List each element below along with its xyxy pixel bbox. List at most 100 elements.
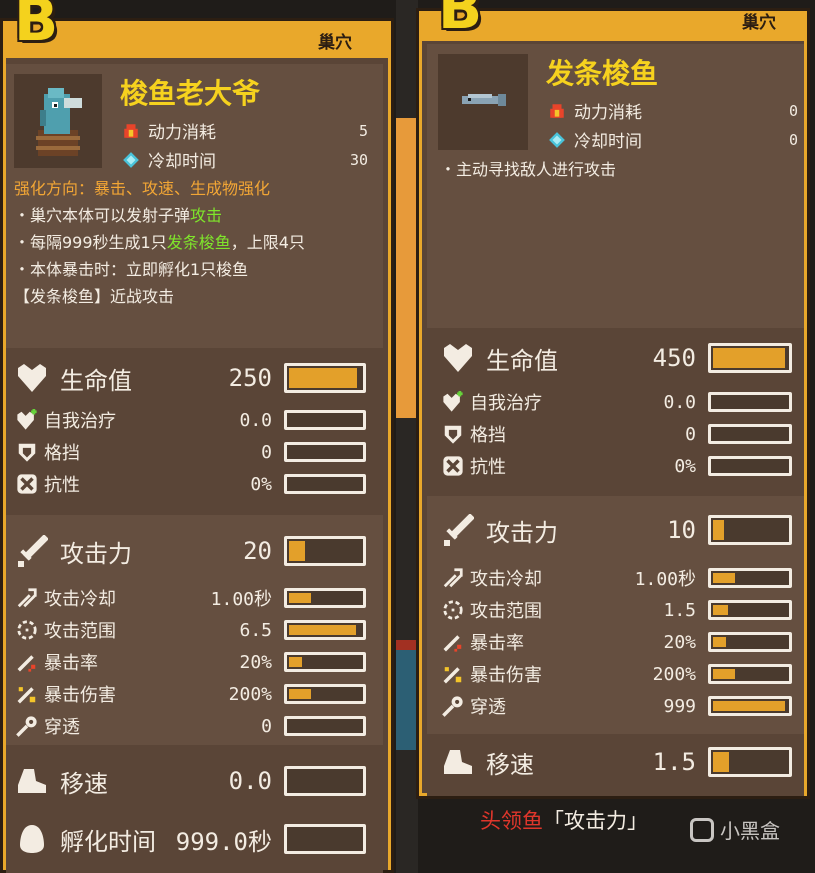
stat-bar-fill bbox=[713, 701, 785, 711]
wind-up-barracuda-icon bbox=[462, 94, 506, 106]
watermark-logo: 小黑盒 bbox=[690, 815, 780, 844]
stat-row: 攻击范围 1.5 bbox=[442, 599, 792, 622]
stat-value: 20% bbox=[239, 651, 272, 673]
cost-value: 0 bbox=[788, 130, 798, 149]
stat-label: 格挡 bbox=[44, 443, 80, 464]
crystal-icon bbox=[549, 131, 565, 148]
stat-bar bbox=[284, 363, 366, 393]
logo-text: 小黑盒 bbox=[720, 819, 780, 843]
stat-label: 移速 bbox=[486, 750, 534, 779]
category-tag: 巢穴 bbox=[742, 13, 776, 33]
stat-row: 移速 0.0 bbox=[16, 766, 366, 798]
stat-bar-fill bbox=[713, 752, 730, 772]
stat-value: 450 bbox=[652, 344, 696, 372]
stat-row: 穿透 0 bbox=[16, 716, 366, 738]
stat-bar-fill bbox=[713, 520, 725, 540]
stat-label: 暴击率 bbox=[44, 653, 98, 674]
upgrade-direction: 强化方向：暴击、攻速、生成物强化 bbox=[14, 179, 271, 198]
pierce-icon bbox=[442, 696, 463, 717]
stat-bar-fill bbox=[289, 541, 305, 561]
stat-value: 1.00秒 bbox=[634, 569, 696, 590]
stat-row: 抗性 0% bbox=[16, 473, 366, 496]
boss-tag: 「攻击力」 bbox=[543, 809, 648, 833]
stat-label: 暴击率 bbox=[470, 633, 524, 654]
stat-row: 自我治疗 0.0 bbox=[442, 391, 792, 414]
background-deco bbox=[396, 650, 418, 750]
stat-bar bbox=[284, 684, 366, 704]
stat-bar-fill bbox=[289, 593, 311, 603]
stat-row: 自我治疗 0.0 bbox=[16, 409, 366, 432]
stat-label: 生命值 bbox=[60, 366, 132, 395]
crystal-icon bbox=[123, 151, 139, 168]
cooldown-icon bbox=[443, 568, 463, 588]
stat-label: 攻击力 bbox=[486, 518, 558, 547]
cost-label: 冷却时间 bbox=[574, 132, 642, 152]
egg-icon bbox=[20, 825, 44, 853]
stat-row: 暴击率 20% bbox=[16, 651, 366, 674]
stat-value: 0.0 bbox=[663, 391, 696, 413]
unit-name: 梭鱼老大爷 bbox=[120, 77, 261, 110]
stat-value: 1.5 bbox=[663, 599, 696, 621]
description-line: ・主动寻找敌人进行攻击 bbox=[440, 160, 617, 179]
stat-value: 200% bbox=[228, 683, 272, 705]
stat-bar bbox=[708, 424, 792, 444]
stat-row: 格挡 0 bbox=[442, 423, 792, 446]
stat-bar-fill bbox=[713, 637, 727, 647]
stat-value: 0% bbox=[250, 473, 272, 495]
stat-label: 抗性 bbox=[470, 457, 506, 478]
stat-bar bbox=[708, 696, 792, 716]
stat-bar-fill bbox=[289, 657, 302, 667]
stat-label: 移速 bbox=[60, 769, 108, 798]
cost-value: 30 bbox=[349, 150, 368, 169]
stat-bar bbox=[708, 568, 792, 588]
stat-value: 1.5 bbox=[652, 748, 696, 776]
stat-row: 暴击伤害 200% bbox=[16, 683, 366, 706]
crit-icon bbox=[17, 655, 36, 672]
stat-label: 攻击范围 bbox=[44, 621, 116, 642]
stat-bar-fill bbox=[713, 605, 728, 615]
boss-name: 头领鱼 bbox=[480, 809, 543, 833]
crit-damage-icon bbox=[443, 667, 462, 684]
cost-row: 动力消耗 5 bbox=[122, 118, 368, 143]
cost-row: 冷却时间 30 bbox=[122, 147, 368, 172]
stat-bar bbox=[284, 824, 366, 854]
unit-name: 发条梭鱼 bbox=[546, 57, 659, 90]
crit-damage-icon bbox=[17, 687, 36, 704]
description: ・主动寻找敌人进行攻击 bbox=[440, 156, 800, 183]
xiaoheihe-icon bbox=[690, 817, 714, 842]
resist-icon bbox=[443, 456, 463, 476]
unit-portrait bbox=[14, 74, 102, 168]
description-line: ・每隔999秒生成1只发条梭鱼，上限4只 bbox=[14, 233, 305, 252]
stat-row: 暴击伤害 200% bbox=[442, 664, 792, 686]
stat-row: 攻击冷却 1.00秒 bbox=[442, 568, 792, 590]
background-deco bbox=[396, 118, 418, 418]
cost-label: 冷却时间 bbox=[148, 152, 216, 172]
heal-icon bbox=[17, 409, 37, 430]
stat-label: 自我治疗 bbox=[470, 393, 542, 414]
stat-value: 6.5 bbox=[239, 619, 272, 641]
stat-value: 0 bbox=[685, 423, 696, 445]
grade-badge: B bbox=[438, 0, 483, 42]
stat-bar bbox=[708, 632, 792, 652]
cost-label: 动力消耗 bbox=[148, 123, 216, 143]
stat-bar-fill bbox=[289, 689, 311, 699]
stat-row: 生命值 450 bbox=[442, 343, 792, 375]
stat-label: 穿透 bbox=[470, 697, 506, 718]
heal-icon bbox=[443, 391, 463, 412]
stat-row: 穿透 999 bbox=[442, 695, 792, 718]
sword-icon bbox=[444, 514, 474, 546]
stat-row: 孵化时间 999.0秒 bbox=[16, 824, 366, 856]
stat-bar bbox=[284, 652, 366, 672]
stat-value: 20 bbox=[243, 537, 272, 565]
stat-bar-fill bbox=[289, 368, 358, 388]
stat-row: 攻击力 10 bbox=[442, 514, 792, 547]
stat-bar bbox=[284, 536, 366, 566]
heart-icon bbox=[18, 364, 46, 392]
stat-value: 999 bbox=[663, 695, 696, 717]
crit-icon bbox=[443, 635, 462, 652]
stat-bar-fill bbox=[289, 625, 356, 635]
description-line: ・本体暴击时：立即孵化1只梭鱼 bbox=[14, 260, 249, 279]
footer-caption: 头领鱼「攻击力」 bbox=[480, 805, 648, 835]
description-line: 【发条梭鱼】近战攻击 bbox=[14, 287, 175, 306]
stat-row: 移速 1.5 bbox=[442, 747, 792, 779]
